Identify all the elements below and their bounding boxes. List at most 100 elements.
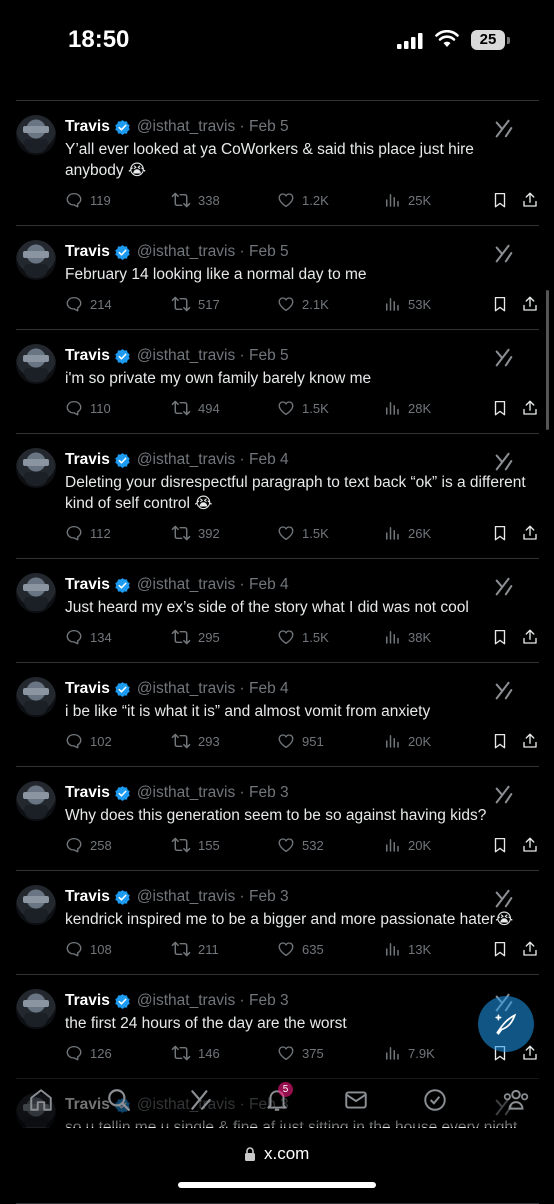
- author-handle[interactable]: @isthat_travis: [137, 451, 235, 469]
- grok-explain-icon[interactable]: [493, 347, 515, 374]
- bookmark-button[interactable]: [491, 399, 509, 417]
- reply-button[interactable]: 112: [65, 524, 111, 542]
- author-name[interactable]: Travis: [65, 118, 110, 136]
- tweet[interactable]: Travis @isthat_travis · Feb 3 Why does thi…: [16, 767, 539, 871]
- repost-button[interactable]: 338: [171, 191, 220, 209]
- author-handle[interactable]: @isthat_travis: [137, 347, 235, 365]
- views-button[interactable]: 20K: [383, 836, 431, 854]
- home-icon[interactable]: [28, 1087, 54, 1113]
- search-icon[interactable]: [106, 1087, 132, 1113]
- share-button[interactable]: [521, 628, 539, 646]
- tweet-date[interactable]: Feb 4: [249, 576, 289, 594]
- avatar[interactable]: [16, 240, 56, 280]
- like-button[interactable]: 375: [277, 1044, 324, 1062]
- bookmark-button[interactable]: [491, 940, 509, 958]
- verified-icon[interactable]: [422, 1087, 448, 1113]
- reply-button[interactable]: 214: [65, 295, 112, 313]
- avatar[interactable]: [16, 344, 56, 384]
- repost-button[interactable]: 494: [171, 399, 220, 417]
- share-button[interactable]: [521, 399, 539, 417]
- bookmark-button[interactable]: [491, 295, 509, 313]
- compose-post-button[interactable]: [478, 996, 534, 1052]
- author-handle[interactable]: @isthat_travis: [137, 680, 235, 698]
- grok-explain-icon[interactable]: [493, 784, 515, 811]
- avatar[interactable]: [16, 573, 56, 613]
- author-name[interactable]: Travis: [65, 992, 110, 1010]
- tweet-date[interactable]: Feb 3: [249, 992, 289, 1010]
- author-handle[interactable]: @isthat_travis: [137, 576, 235, 594]
- views-button[interactable]: 20K: [383, 732, 431, 750]
- tweet-text[interactable]: i'm so private my own family barely know…: [65, 368, 539, 389]
- author-handle[interactable]: @isthat_travis: [137, 243, 235, 261]
- messages-icon[interactable]: [343, 1087, 369, 1113]
- views-button[interactable]: 26K: [383, 524, 431, 542]
- tweet-text[interactable]: Deleting your disrespectful paragraph to…: [65, 472, 539, 514]
- tweet-date[interactable]: Feb 5: [249, 243, 289, 261]
- views-button[interactable]: 7.9K: [383, 1044, 435, 1062]
- like-button[interactable]: 1.5K: [277, 399, 329, 417]
- tweet-text[interactable]: Why does this generation seem to be so a…: [65, 805, 539, 826]
- grok-explain-icon[interactable]: [493, 451, 515, 478]
- avatar[interactable]: [16, 115, 56, 155]
- scrollbar[interactable]: [546, 290, 549, 430]
- reply-button[interactable]: 110: [65, 399, 111, 417]
- like-button[interactable]: 1.5K: [277, 628, 329, 646]
- avatar[interactable]: [16, 885, 56, 925]
- views-button[interactable]: 13K: [383, 940, 431, 958]
- share-button[interactable]: [521, 732, 539, 750]
- repost-button[interactable]: 155: [171, 836, 220, 854]
- tweet-text[interactable]: i be like “it is what it is” and almost …: [65, 701, 539, 722]
- repost-button[interactable]: 517: [171, 295, 220, 313]
- author-name[interactable]: Travis: [65, 888, 110, 906]
- tweet[interactable]: Travis @isthat_travis · Feb 5 i'm so priva…: [16, 330, 539, 434]
- share-button[interactable]: [521, 836, 539, 854]
- author-name[interactable]: Travis: [65, 680, 110, 698]
- share-button[interactable]: [521, 191, 539, 209]
- share-button[interactable]: [521, 940, 539, 958]
- author-name[interactable]: Travis: [65, 576, 110, 594]
- tweet-text[interactable]: kendrick inspired me to be a bigger and …: [65, 909, 539, 930]
- tweet[interactable]: Travis @isthat_travis · Feb 3 kendrick ins…: [16, 871, 539, 975]
- reply-button[interactable]: 119: [65, 191, 111, 209]
- share-button[interactable]: [521, 295, 539, 313]
- repost-button[interactable]: 211: [171, 940, 219, 958]
- share-button[interactable]: [521, 524, 539, 542]
- grok-explain-icon[interactable]: [493, 576, 515, 603]
- author-name[interactable]: Travis: [65, 451, 110, 469]
- tweet-text[interactable]: the first 24 hours of the day are the wo…: [65, 1013, 539, 1034]
- tweet-text[interactable]: Y’all ever looked at ya CoWorkers & said…: [65, 139, 539, 181]
- author-handle[interactable]: @isthat_travis: [137, 118, 235, 136]
- tweet[interactable]: Travis @isthat_travis · Feb 5 Y’all ever l…: [16, 101, 539, 226]
- grok-explain-icon[interactable]: [493, 243, 515, 270]
- tweet[interactable]: Travis @isthat_travis · Feb 3 the first 24…: [16, 975, 539, 1079]
- avatar[interactable]: [16, 448, 56, 488]
- reply-button[interactable]: 258: [65, 836, 112, 854]
- views-button[interactable]: 53K: [383, 295, 431, 313]
- author-name[interactable]: Travis: [65, 347, 110, 365]
- browser-url-bar[interactable]: x.com: [0, 1128, 554, 1200]
- tweet-date[interactable]: Feb 4: [249, 680, 289, 698]
- grok-explain-icon[interactable]: [493, 888, 515, 915]
- bookmark-button[interactable]: [491, 732, 509, 750]
- bookmark-button[interactable]: [491, 628, 509, 646]
- tweet[interactable]: Travis @isthat_travis · Feb 4 i be like “i…: [16, 663, 539, 767]
- tweet-date[interactable]: Feb 5: [249, 347, 289, 365]
- author-handle[interactable]: @isthat_travis: [137, 784, 235, 802]
- home-indicator[interactable]: [178, 1182, 376, 1188]
- reply-button[interactable]: 108: [65, 940, 112, 958]
- avatar[interactable]: [16, 989, 56, 1029]
- grok-icon[interactable]: [188, 1087, 214, 1113]
- tweet[interactable]: Travis @isthat_travis · Feb 4 Deleting you…: [16, 434, 539, 559]
- tweet-date[interactable]: Feb 3: [249, 784, 289, 802]
- views-button[interactable]: 28K: [383, 399, 431, 417]
- bookmark-button[interactable]: [491, 836, 509, 854]
- share-button[interactable]: [521, 1044, 539, 1062]
- like-button[interactable]: 2.1K: [277, 295, 329, 313]
- tweet[interactable]: Travis @isthat_travis · Feb 5 February 14 …: [16, 226, 539, 330]
- tweet-text[interactable]: February 14 looking like a normal day to…: [65, 264, 539, 285]
- repost-button[interactable]: 293: [171, 732, 220, 750]
- like-button[interactable]: 1.2K: [277, 191, 329, 209]
- grok-explain-icon[interactable]: [493, 118, 515, 145]
- tweet-date[interactable]: Feb 4: [249, 451, 289, 469]
- communities-icon[interactable]: [502, 1087, 530, 1113]
